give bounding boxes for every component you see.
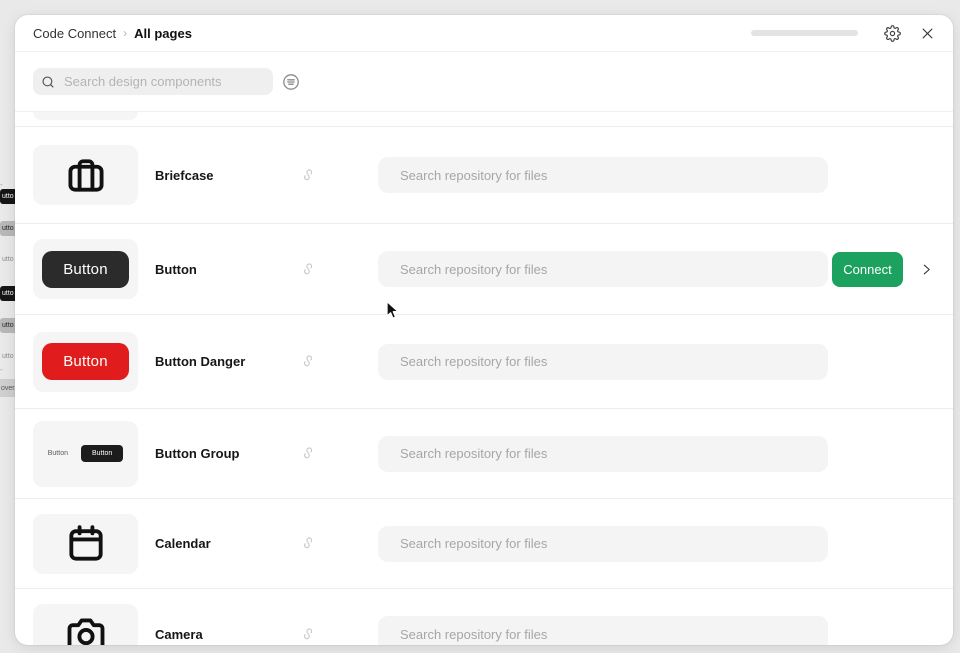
component-row-camera: Camera: [15, 589, 953, 645]
component-thumbnail: [33, 145, 138, 205]
repo-search-input[interactable]: [378, 526, 828, 562]
button-danger-preview: Button: [42, 343, 129, 380]
component-row-button-group: Button Button Button Group: [15, 409, 953, 499]
repo-search-input[interactable]: [378, 251, 828, 287]
component-name: Button: [155, 262, 293, 277]
code-connect-link-icon: [301, 536, 315, 551]
filter-button[interactable]: [277, 68, 304, 95]
component-thumbnail: Button Button: [33, 421, 138, 487]
component-row-button: Button Button Connect: [15, 224, 953, 315]
canvas-fragment-button: utto: [0, 318, 15, 333]
clipped-thumbnail: [33, 112, 138, 120]
component-name: Camera: [155, 627, 293, 642]
canvas-fragment-button: utto: [0, 286, 15, 301]
panel-header: Code Connect › All pages: [15, 15, 953, 52]
component-search-input[interactable]: [62, 73, 265, 90]
search-icon: [41, 75, 55, 89]
repo-search-input[interactable]: [378, 157, 828, 193]
repo-search-input[interactable]: [378, 436, 828, 472]
code-connect-link-icon: [301, 446, 315, 461]
repo-search-input[interactable]: [378, 344, 828, 380]
connect-button[interactable]: Connect: [832, 252, 903, 287]
component-name: Button Group: [155, 446, 293, 461]
code-connect-link-icon: [301, 168, 315, 183]
breadcrumb-current[interactable]: All pages: [134, 26, 192, 41]
row-actions: Connect: [828, 252, 953, 287]
component-name: Button Danger: [155, 354, 293, 369]
canvas-fragment: - -: [0, 181, 15, 189]
code-connect-link-icon: [301, 354, 315, 369]
close-button[interactable]: [915, 21, 939, 45]
canvas-fragment-button: utto: [0, 221, 15, 236]
close-icon: [920, 26, 935, 41]
repo-search-input[interactable]: [378, 616, 828, 645]
camera-icon: [64, 612, 108, 645]
code-connect-panel: Code Connect › All pages: [15, 15, 953, 645]
gear-icon: [884, 25, 901, 42]
chevron-right-icon[interactable]: [920, 263, 933, 276]
background-canvas: - - utto utto utto utto utto utto - - ov…: [0, 0, 15, 653]
component-row-calendar: Calendar: [15, 499, 953, 589]
settings-button[interactable]: [880, 21, 904, 45]
component-thumbnail: Button: [33, 332, 138, 392]
canvas-fragment-button: utto: [0, 189, 15, 204]
canvas-fragment: over: [0, 379, 15, 397]
briefcase-icon: [64, 153, 108, 197]
component-list: Briefcase Button Button Connect: [15, 112, 953, 645]
component-search-section: [15, 52, 953, 112]
canvas-fragment: - -: [0, 366, 15, 374]
breadcrumb: Code Connect › All pages: [33, 26, 192, 41]
canvas-fragment-button: utto: [0, 350, 15, 363]
calendar-icon: [64, 522, 108, 566]
component-thumbnail: [33, 604, 138, 645]
button-group-ghost-preview: Button: [48, 450, 68, 457]
button-group-solid-preview: Button: [81, 445, 123, 462]
component-name: Briefcase: [155, 168, 293, 183]
filter-icon: [281, 72, 301, 92]
loading-skeleton-bar: [751, 30, 858, 36]
code-connect-link-icon: [301, 262, 315, 277]
component-thumbnail: [33, 514, 138, 574]
canvas-fragment-button: utto: [0, 253, 15, 266]
breadcrumb-separator-icon: ›: [123, 26, 127, 40]
button-primary-preview: Button: [42, 251, 129, 288]
component-row-button-danger: Button Button Danger: [15, 315, 953, 409]
component-search-box[interactable]: [33, 68, 273, 95]
code-connect-link-icon: [301, 627, 315, 642]
component-name: Calendar: [155, 536, 293, 551]
component-row-briefcase: Briefcase: [15, 127, 953, 224]
clipped-row: [15, 112, 953, 127]
breadcrumb-root[interactable]: Code Connect: [33, 26, 116, 41]
component-thumbnail: Button: [33, 239, 138, 299]
